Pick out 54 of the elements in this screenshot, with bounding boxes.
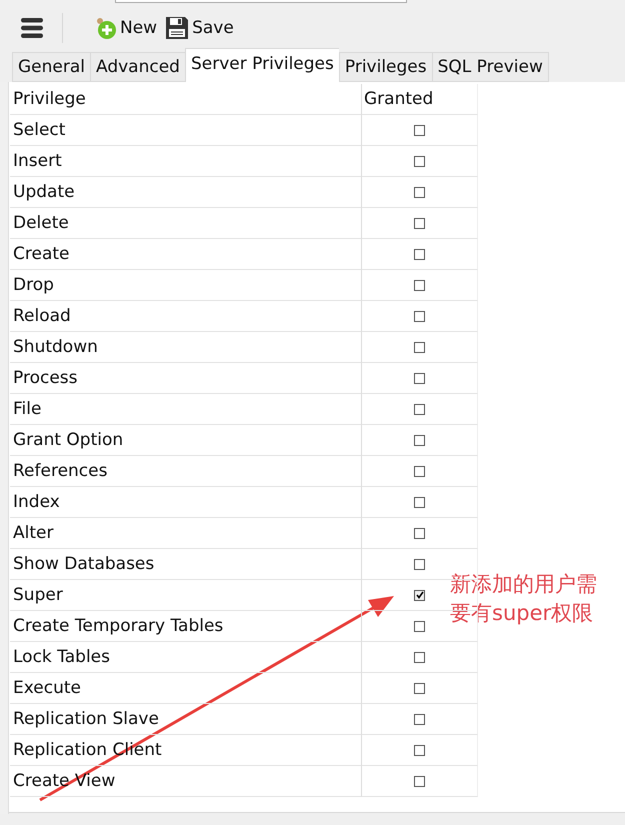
table-cell: Select [10,115,361,146]
checkbox[interactable] [414,528,425,538]
checkbox[interactable] [414,218,425,228]
checkbox[interactable] [414,558,425,570]
column-header: Privilege [10,84,361,115]
checkbox[interactable] [414,186,425,198]
new-button[interactable]: New [93,16,158,40]
checkbox[interactable] [414,372,425,384]
menu-icon [21,18,43,38]
table-cell: File [10,394,361,425]
checkbox[interactable] [414,342,425,352]
table-cell: Replication Slave [10,704,361,735]
table-cell: Insert [10,146,361,177]
checkbox[interactable] [414,466,425,476]
column-header: Granted [361,84,478,115]
table-cell: Delete [10,208,361,239]
table-cell: Create Temporary Tables [10,611,361,642]
table-cell: Grant Option [10,425,361,456]
checkbox[interactable] [414,714,425,724]
tab[interactable]: Advanced [90,52,185,82]
checkbox[interactable] [414,652,425,662]
checkbox[interactable] [414,404,425,414]
tab[interactable]: General [12,52,90,82]
checkbox[interactable] [414,744,425,756]
table-cell: Execute [10,673,361,704]
tab[interactable]: Privileges [338,52,432,82]
tab[interactable]: Server Privileges [184,48,339,82]
checkbox[interactable] [414,310,425,322]
table-cell: Process [10,363,361,394]
table-cell: Create [10,239,361,270]
checkbox[interactable] [414,620,425,632]
table-cell: Alter [10,518,361,549]
tab[interactable]: SQL Preview [432,52,549,82]
checkbox[interactable] [414,280,425,290]
table-cell: Create View [10,766,361,797]
save-button[interactable]: Save [165,16,234,40]
table-cell: References [10,456,361,487]
table-cell: Update [10,177,361,208]
text-field[interactable] [115,0,407,3]
checkbox[interactable] [414,776,425,786]
checkbox[interactable] [414,496,425,508]
checkbox[interactable] [414,590,425,600]
table-cell: Reload [10,301,361,332]
table-cell: Show Databases [10,549,361,580]
table-cell: Drop [10,270,361,301]
checkbox[interactable] [414,124,425,136]
checkbox[interactable] [414,248,425,260]
table-cell: Index [10,487,361,518]
table-cell: Super [10,580,361,611]
checkbox[interactable] [414,156,425,166]
checkbox[interactable] [414,682,425,694]
table-cell: Lock Tables [10,642,361,673]
checkbox[interactable] [414,434,425,446]
table-cell: Shutdown [10,332,361,363]
